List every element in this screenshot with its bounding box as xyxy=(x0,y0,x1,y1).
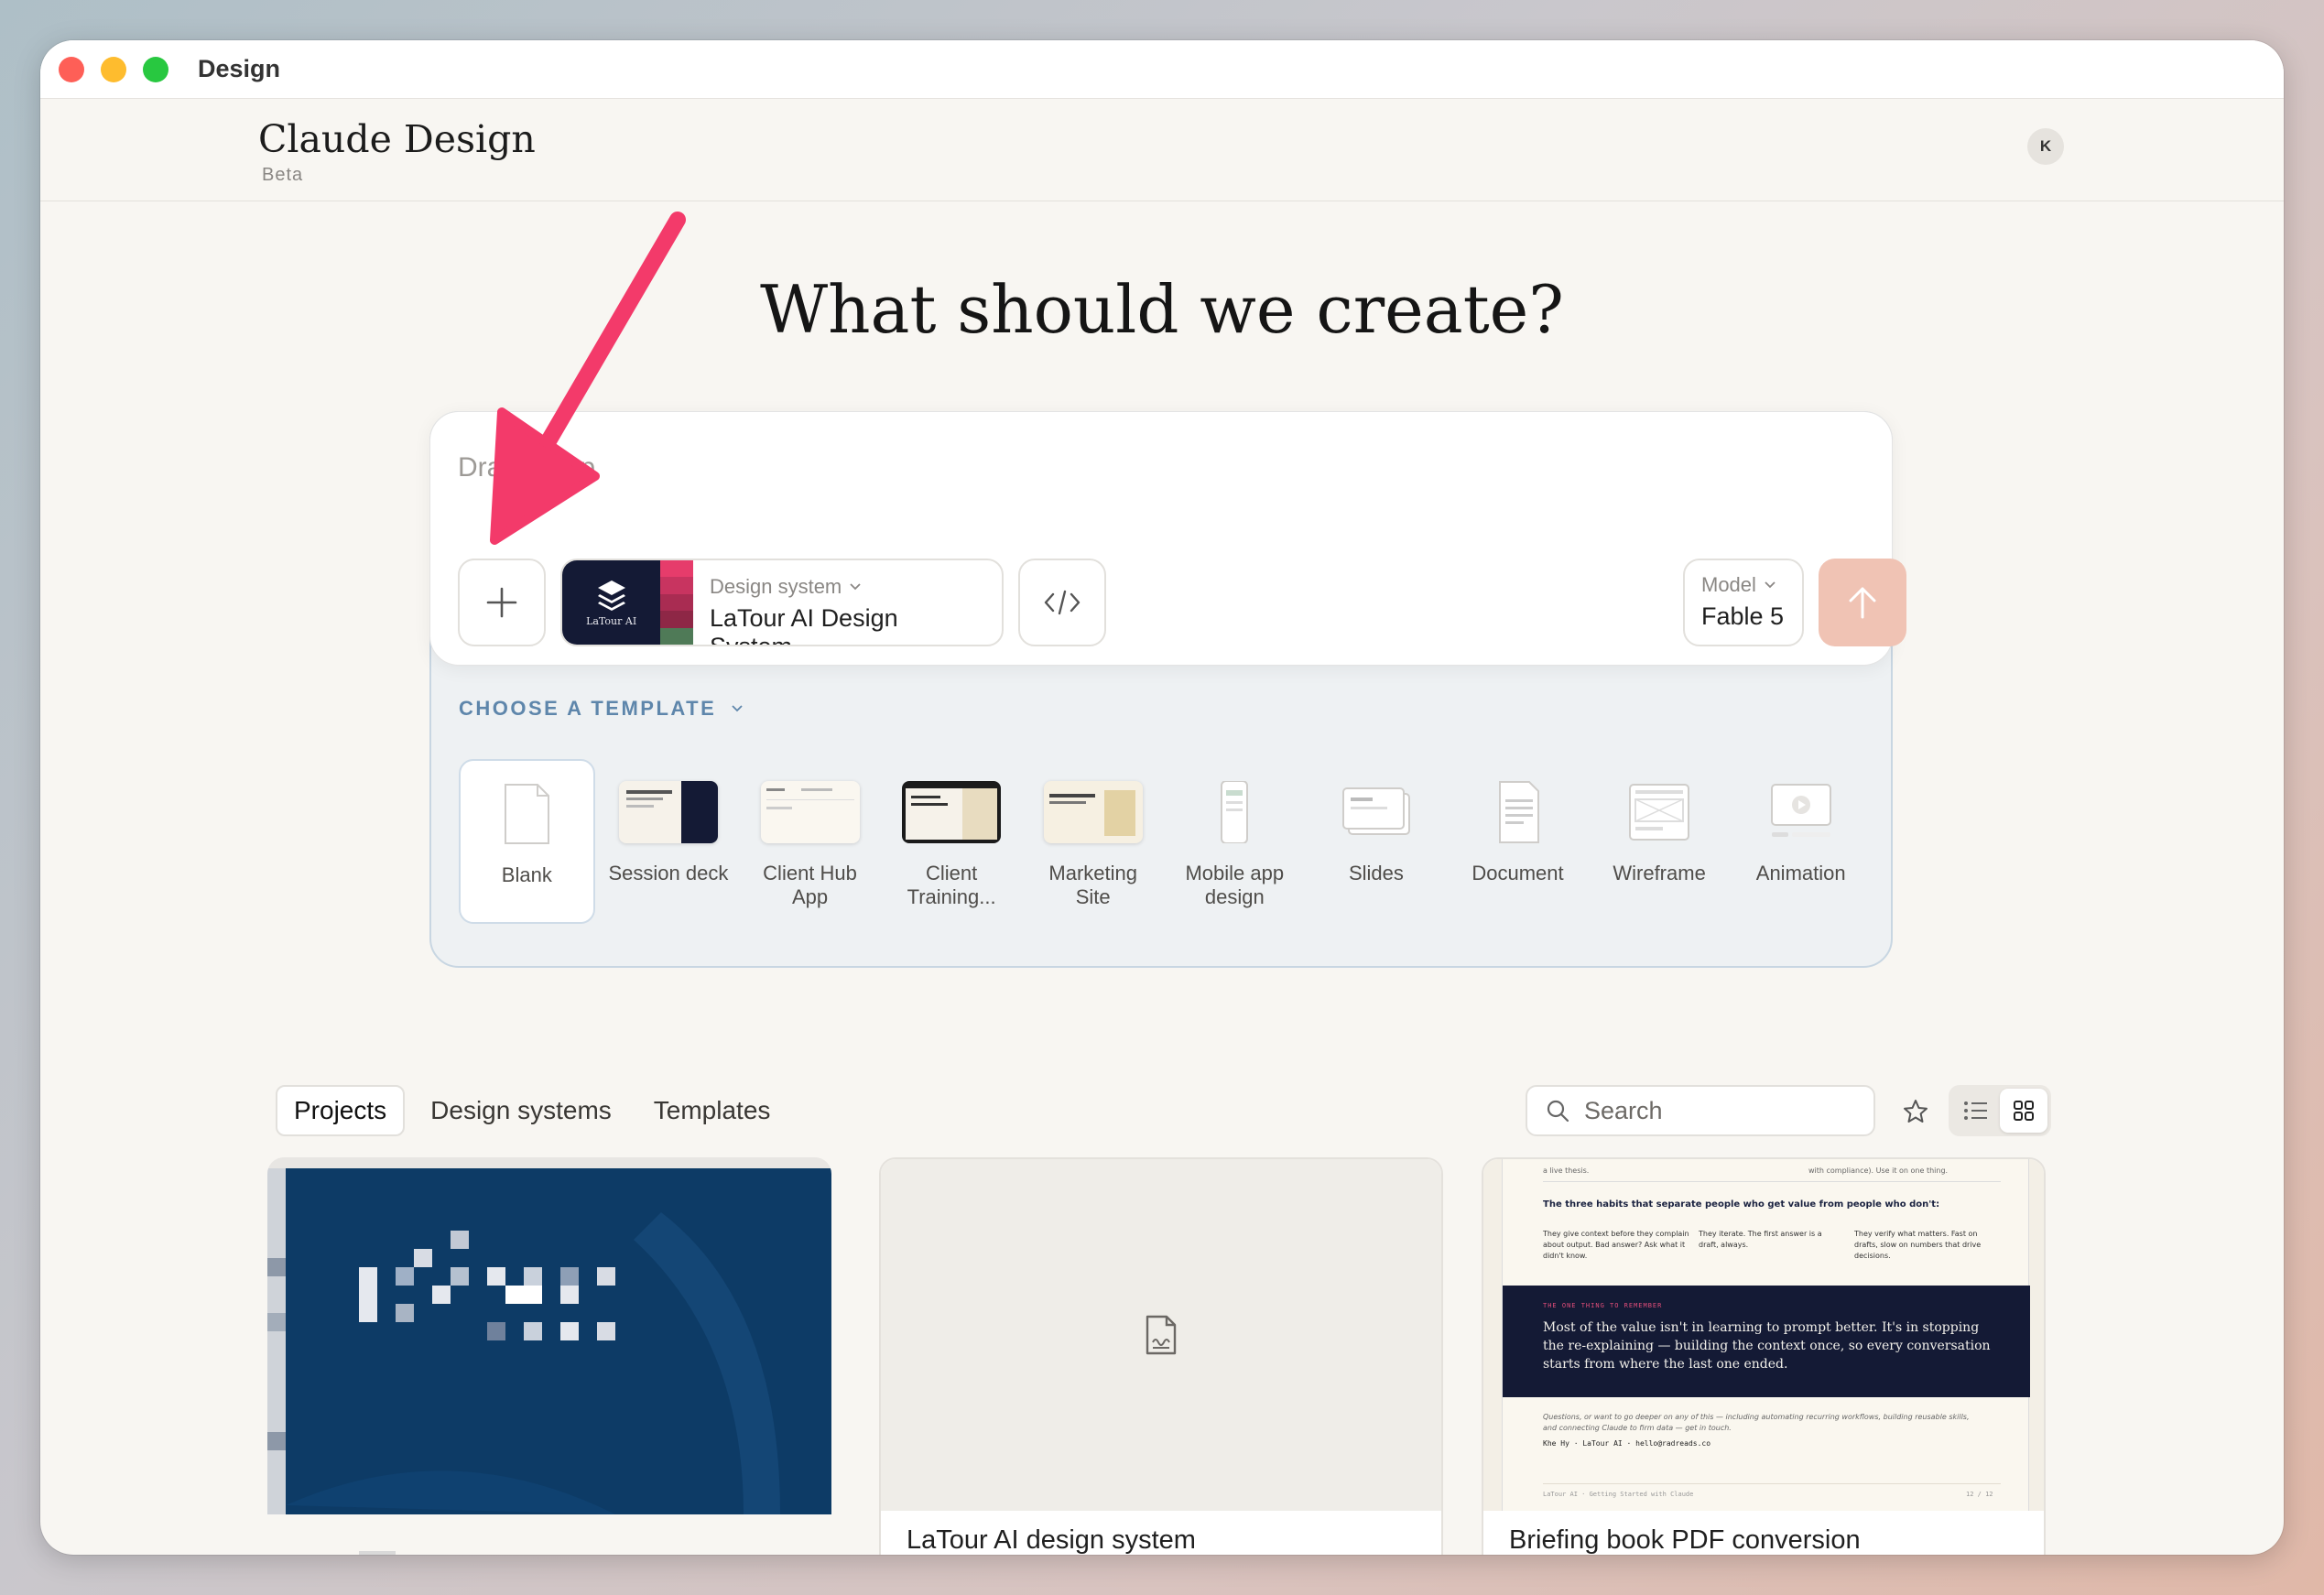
composer-panel: LaTour AI Design system LaTour AI Design… xyxy=(429,411,1906,968)
tab-design-systems[interactable]: Design systems xyxy=(414,1087,628,1134)
design-system-label: Design system xyxy=(710,575,985,599)
file-signature-icon xyxy=(1146,1315,1177,1355)
template-session-deck[interactable]: Session deck xyxy=(601,759,737,924)
marketing-site-thumbnail xyxy=(1043,781,1143,843)
template-name: Blank xyxy=(501,863,552,886)
avatar[interactable]: K xyxy=(2027,128,2064,165)
send-button[interactable] xyxy=(1819,559,1906,646)
client-hub-app-thumbnail xyxy=(760,781,860,843)
prompt-composer: LaTour AI Design system LaTour AI Design… xyxy=(429,411,1906,666)
template-client-hub-app[interactable]: Client Hub App xyxy=(742,759,878,924)
template-name: Client Hub App xyxy=(763,862,857,908)
project-thumbnail xyxy=(881,1159,1441,1511)
template-name: Animation xyxy=(1755,862,1846,884)
design-system-value: LaTour AI Design System xyxy=(709,604,898,646)
search-input[interactable] xyxy=(1584,1096,1859,1125)
chevron-down-icon xyxy=(732,705,743,712)
code-import-button[interactable] xyxy=(1018,559,1106,646)
template-name: Wireframe xyxy=(1613,862,1706,884)
design-system-selector[interactable]: LaTour AI Design system LaTour AI Design… xyxy=(560,559,1004,646)
traffic-lights xyxy=(59,56,168,82)
template-name: Mobile app design xyxy=(1185,862,1285,908)
project-card[interactable]: LaTour AI design system xyxy=(879,1157,1443,1555)
mobile-phone-icon xyxy=(1185,781,1284,843)
plus-icon xyxy=(486,587,517,618)
brand[interactable]: Claude Design Beta xyxy=(258,117,536,186)
template-client-training[interactable]: Client Training... xyxy=(884,759,1020,924)
code-icon xyxy=(1044,590,1081,615)
title-bar: Design xyxy=(40,40,2284,99)
close-window-button[interactable] xyxy=(59,56,84,82)
tab-templates[interactable]: Templates xyxy=(637,1087,787,1134)
project-thumbnail-document: a live thesis. with compliance). Use it … xyxy=(1483,1159,2044,1511)
chevron-down-icon xyxy=(1765,581,1776,589)
list-icon xyxy=(1964,1101,1987,1120)
tab-projects[interactable]: Projects xyxy=(276,1085,406,1136)
list-view-button[interactable] xyxy=(1952,1089,2000,1133)
project-thumbnail-pixelated xyxy=(267,1157,831,1555)
design-system-thumb-text: LaTour AI xyxy=(586,614,637,627)
zoom-window-button[interactable] xyxy=(143,56,168,82)
view-toggle xyxy=(1949,1085,2051,1136)
template-name: Slides xyxy=(1348,862,1404,884)
project-card[interactable] xyxy=(267,1157,831,1555)
template-wireframe[interactable]: Wireframe xyxy=(1591,759,1728,924)
chevron-down-icon xyxy=(850,583,861,591)
color-swatches xyxy=(660,560,693,645)
document-icon xyxy=(1469,781,1568,843)
template-section-toggle[interactable]: CHOOSE A TEMPLATE xyxy=(459,697,744,721)
search-icon xyxy=(1547,1100,1569,1123)
template-marketing-site[interactable]: Marketing Site xyxy=(1025,759,1161,924)
design-system-thumbnail: LaTour AI xyxy=(562,560,661,645)
project-tabs: Projects Design systems Templates xyxy=(276,1085,787,1136)
app-header: Claude Design Beta K xyxy=(40,99,2284,201)
template-blank[interactable]: Blank xyxy=(459,759,595,924)
project-title: LaTour AI design system xyxy=(907,1525,1196,1555)
session-deck-thumbnail xyxy=(618,781,718,843)
search-box[interactable] xyxy=(1526,1085,1875,1136)
template-list: Blank Session deck Client Hub App Client… xyxy=(459,759,1869,924)
client-training-thumbnail xyxy=(902,781,1002,843)
template-section-title: CHOOSE A TEMPLATE xyxy=(459,697,717,720)
wireframe-icon xyxy=(1610,781,1709,843)
star-icon xyxy=(1904,1100,1928,1123)
template-name: Marketing Site xyxy=(1048,862,1138,908)
page-title: What should we create? xyxy=(760,271,1564,348)
template-document[interactable]: Document xyxy=(1450,759,1586,924)
template-animation[interactable]: Animation xyxy=(1732,759,1869,924)
blank-page-icon xyxy=(477,783,576,845)
model-selector[interactable]: Model Fable 5 xyxy=(1683,559,1804,646)
minimize-window-button[interactable] xyxy=(101,56,126,82)
template-name: Session deck xyxy=(608,862,729,884)
template-mobile-app-design[interactable]: Mobile app design xyxy=(1167,759,1303,924)
project-card[interactable]: a live thesis. with compliance). Use it … xyxy=(1482,1157,2046,1555)
model-label: Model xyxy=(1701,573,1786,597)
prompt-input[interactable] xyxy=(458,445,1557,491)
layers-logo-icon xyxy=(597,580,625,611)
grid-view-button[interactable] xyxy=(2000,1089,2047,1133)
brand-name: Claude Design xyxy=(258,117,536,161)
add-attachment-button[interactable] xyxy=(458,559,546,646)
beta-badge: Beta xyxy=(262,165,304,185)
animation-play-icon xyxy=(1752,781,1851,843)
template-name: Document xyxy=(1472,862,1564,884)
model-value: Fable 5 xyxy=(1701,602,1785,630)
arrow-up-icon xyxy=(1849,587,1876,619)
window-title: Design xyxy=(198,55,281,82)
template-slides[interactable]: Slides xyxy=(1309,759,1445,924)
grid-icon xyxy=(2014,1101,2034,1121)
favorites-filter-button[interactable] xyxy=(1897,1093,1934,1130)
app-window: Design Claude Design Beta K What should … xyxy=(40,40,2284,1555)
design-system-info: Design system LaTour AI Design System xyxy=(693,560,1002,645)
project-title: Briefing book PDF conversion xyxy=(1509,1525,1861,1555)
slides-icon xyxy=(1327,781,1426,843)
template-name: Client Training... xyxy=(907,862,996,908)
